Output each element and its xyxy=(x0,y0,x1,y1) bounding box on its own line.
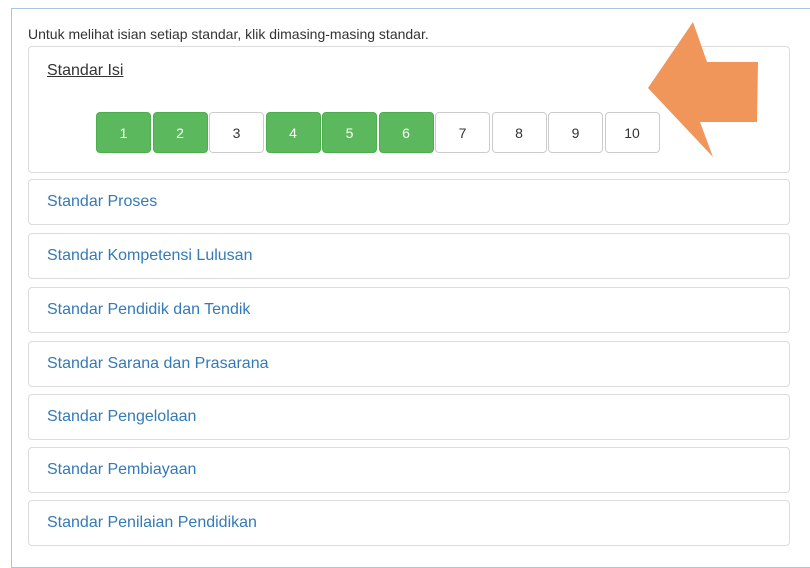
page-button-5[interactable]: 5 xyxy=(322,112,377,153)
page-button-1[interactable]: 1 xyxy=(96,112,151,153)
page-button-9[interactable]: 9 xyxy=(548,112,603,153)
arrow-shape xyxy=(648,22,758,157)
panel-standar-pengelolaan[interactable]: Standar Pengelolaan xyxy=(28,394,790,440)
panel-title-standar-pembiayaan[interactable]: Standar Pembiayaan xyxy=(47,461,196,479)
panel-standar-kompetensi-lulusan[interactable]: Standar Kompetensi Lulusan xyxy=(28,233,790,279)
panel-title-standar-proses[interactable]: Standar Proses xyxy=(47,193,157,211)
arrow-pointer-icon xyxy=(648,22,758,157)
panel-title-standar-pendidik-dan-tendik[interactable]: Standar Pendidik dan Tendik xyxy=(47,301,250,319)
panel-title-standar-kompetensi-lulusan[interactable]: Standar Kompetensi Lulusan xyxy=(47,247,252,265)
panel-title-standar-pengelolaan[interactable]: Standar Pengelolaan xyxy=(47,408,196,426)
item-pager: 1 2 3 4 5 6 7 8 9 10 xyxy=(96,112,661,153)
panel-title-standar-sarana-dan-prasarana[interactable]: Standar Sarana dan Prasarana xyxy=(47,355,268,373)
panel-standar-sarana-dan-prasarana[interactable]: Standar Sarana dan Prasarana xyxy=(28,341,790,387)
page-button-6[interactable]: 6 xyxy=(378,112,434,153)
intro-text: Untuk melihat isian setiap standar, klik… xyxy=(28,26,429,42)
page-button-3[interactable]: 3 xyxy=(209,112,264,153)
panel-standar-penilaian-pendidikan[interactable]: Standar Penilaian Pendidikan xyxy=(28,500,790,546)
page-button-8[interactable]: 8 xyxy=(491,112,547,153)
panel-title-standar-isi[interactable]: Standar Isi xyxy=(47,62,123,80)
panel-title-standar-penilaian-pendidikan[interactable]: Standar Penilaian Pendidikan xyxy=(47,514,257,532)
page-button-2[interactable]: 2 xyxy=(152,112,208,153)
panel-standar-pendidik-dan-tendik[interactable]: Standar Pendidik dan Tendik xyxy=(28,287,790,333)
panel-standar-proses[interactable]: Standar Proses xyxy=(28,179,790,225)
panel-standar-pembiayaan[interactable]: Standar Pembiayaan xyxy=(28,447,790,493)
page-button-7[interactable]: 7 xyxy=(435,112,490,153)
page-button-4[interactable]: 4 xyxy=(265,112,321,153)
